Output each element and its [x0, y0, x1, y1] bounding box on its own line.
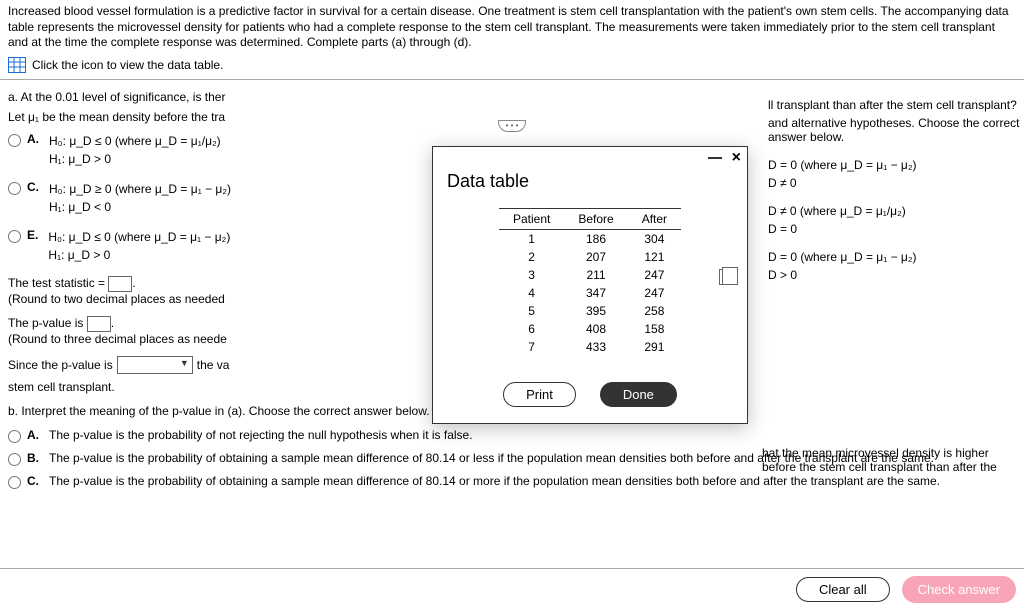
- table-row: 6408158: [499, 320, 681, 338]
- data-table-icon[interactable]: [8, 57, 26, 73]
- option-A-text: H₀: μ_D ≤ 0 (where μ_D = μ₁/μ₂)H₁: μ_D >…: [49, 132, 221, 168]
- since-select[interactable]: [117, 356, 193, 374]
- pvalue-input[interactable]: [87, 316, 111, 332]
- partb-A-text: The p-value is the probability of not re…: [49, 428, 473, 442]
- frag-f1: D = 0 (where μ_D = μ₁ − μ₂): [768, 248, 1024, 266]
- option-C-label: C.: [27, 180, 39, 194]
- pvalue-label: The p-value is: [8, 316, 87, 330]
- clear-all-button[interactable]: Clear all: [796, 577, 890, 602]
- icon-row-label: Click the icon to view the data table.: [32, 58, 223, 72]
- table-row: 3211247: [499, 266, 681, 284]
- close-icon[interactable]: ×: [732, 151, 741, 165]
- copy-icon[interactable]: [719, 269, 733, 285]
- intro-text: Increased blood vessel formulation is a …: [0, 0, 1024, 55]
- table-header: After: [628, 209, 681, 230]
- frag-f2: D > 0: [768, 266, 1024, 284]
- part-a-right1: ll transplant than after the stem cell t…: [768, 98, 1024, 112]
- modal-title: Data table: [433, 169, 747, 202]
- partb-A-radio[interactable]: [8, 430, 21, 443]
- option-E-label: E.: [27, 228, 38, 242]
- table-row: 4347247: [499, 284, 681, 302]
- test-stat-label: The test statistic =: [8, 276, 108, 290]
- data-table: PatientBeforeAfter 118630422071213211247…: [499, 208, 681, 356]
- test-stat-input[interactable]: [108, 276, 132, 292]
- frag-d2: D = 0: [768, 220, 1024, 238]
- option-A-label: A.: [27, 132, 39, 146]
- frag-b1: D = 0 (where μ_D = μ₁ − μ₂): [768, 156, 1024, 174]
- round-two-note: (Round to two decimal places as needed: [8, 292, 428, 306]
- partb-C-text: The p-value is the probability of obtain…: [49, 474, 940, 488]
- partb-B-radio[interactable]: [8, 453, 21, 466]
- minimize-icon[interactable]: [708, 157, 722, 159]
- table-row: 2207121: [499, 248, 681, 266]
- table-row: 7433291: [499, 338, 681, 356]
- frag-b2: D ≠ 0: [768, 174, 1024, 192]
- since-mid: the va: [197, 358, 230, 372]
- option-E-text: H₀: μ_D ≤ 0 (where μ_D = μ₁ − μ₂)H₁: μ_D…: [48, 228, 230, 264]
- option-A-radio[interactable]: [8, 134, 21, 147]
- table-row: 5395258: [499, 302, 681, 320]
- table-header: Before: [564, 209, 627, 230]
- table-header: Patient: [499, 209, 564, 230]
- table-row: 1186304: [499, 230, 681, 249]
- check-answer-button[interactable]: Check answer: [902, 576, 1016, 603]
- part-a-right2: and alternative hypotheses. Choose the c…: [768, 116, 1024, 144]
- since-right-text: hat the mean microvessel density is high…: [762, 446, 1017, 474]
- option-C-radio[interactable]: [8, 182, 21, 195]
- stem-line: stem cell transplant.: [8, 380, 428, 394]
- round-three-note: (Round to three decimal places as neede: [8, 332, 428, 346]
- partb-C-radio[interactable]: [8, 476, 21, 489]
- frag-d1: D ≠ 0 (where μ_D = μ₁/μ₂): [768, 202, 1024, 220]
- since-left: Since the p-value is: [8, 358, 113, 372]
- data-table-modal: × Data table PatientBeforeAfter 11863042…: [432, 146, 748, 424]
- print-button[interactable]: Print: [503, 382, 576, 407]
- option-C-text: H₀: μ_D ≥ 0 (where μ_D = μ₁ − μ₂)H₁: μ_D…: [49, 180, 231, 216]
- done-button[interactable]: Done: [600, 382, 677, 407]
- option-E-radio[interactable]: [8, 230, 21, 243]
